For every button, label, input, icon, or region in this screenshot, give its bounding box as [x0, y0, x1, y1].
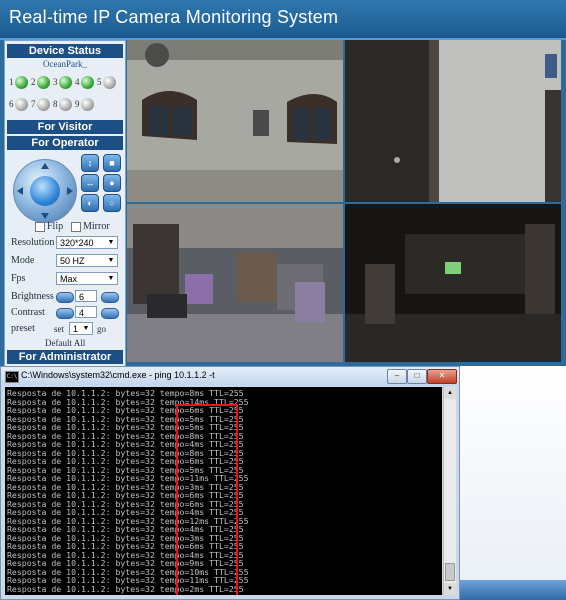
ptz-control-pad[interactable] — [13, 159, 77, 223]
preset-set-link[interactable]: set — [54, 324, 64, 334]
channel-4-status-icon[interactable] — [81, 76, 94, 89]
camera-feed-1[interactable] — [127, 40, 343, 202]
brightness-label: Brightness — [11, 291, 54, 302]
ptz-center-button[interactable] — [30, 176, 60, 206]
contrast-label: Contrast — [11, 307, 45, 318]
console-line: Resposta de 10.1.1.2: bytes=32 tempo=8ms… — [7, 388, 244, 398]
mirror-label: Mirror — [83, 221, 110, 232]
preset-select[interactable]: 1 ▼ — [69, 322, 93, 335]
ptz-left-arrow-icon[interactable] — [17, 187, 23, 195]
preset-go-link[interactable]: go — [97, 324, 106, 334]
app-header: Real-time IP Camera Monitoring System — [0, 0, 566, 40]
camera-feed-4[interactable] — [345, 204, 561, 362]
mode-value: 50 HZ — [60, 256, 85, 266]
preset-value: 1 — [73, 324, 79, 334]
cmd-icon: C:\ — [5, 371, 19, 383]
fps-value: Max — [60, 274, 78, 284]
resolution-value: 320*240 — [60, 238, 94, 248]
vertical-patrol-button[interactable]: ↕ — [81, 154, 99, 172]
desktop-background — [460, 366, 566, 600]
fps-select[interactable]: Max ▼ — [56, 272, 118, 285]
camera-feed-3[interactable] — [127, 204, 343, 362]
contrast-value: 4 — [75, 306, 97, 318]
brightness-decrease-button[interactable] — [56, 292, 74, 303]
cmd-title-bar[interactable]: C:\ C:\Windows\system32\cmd.exe - ping 1… — [1, 367, 459, 385]
channel-2-label: 2 — [31, 77, 36, 87]
chevron-down-icon: ▼ — [107, 239, 115, 246]
camera-feed-1-image — [127, 40, 343, 202]
channel-8-status-icon[interactable] — [59, 98, 72, 111]
channel-7-status-icon[interactable] — [37, 98, 50, 111]
cmd-scrollbar[interactable]: ▲ ▼ — [443, 387, 456, 595]
resolution-label: Resolution — [11, 237, 55, 248]
channel-4-label: 4 — [75, 77, 80, 87]
device-name: OceanPark_ — [43, 59, 87, 69]
channel-8-label: 8 — [53, 99, 58, 109]
channel-9-status-icon[interactable] — [81, 98, 94, 111]
preset-label: preset — [11, 323, 35, 334]
camera-feed-2-image — [345, 40, 561, 202]
flip-label: Flip — [47, 221, 64, 232]
brightness-increase-button[interactable] — [101, 292, 119, 303]
maximize-button[interactable]: □ — [407, 369, 427, 384]
channel-7-label: 7 — [31, 99, 36, 109]
horizontal-patrol-button[interactable]: ↔ — [81, 174, 99, 192]
default-all-link[interactable]: Default All — [45, 338, 85, 348]
chevron-down-icon: ▼ — [82, 325, 90, 332]
camera-feed-3-image — [127, 204, 343, 362]
mode-label: Mode — [11, 255, 35, 266]
channel-9-label: 9 — [75, 99, 80, 109]
chevron-down-icon: ▼ — [107, 275, 115, 282]
channel-3-label: 3 — [53, 77, 58, 87]
cmd-window: C:\ C:\Windows\system32\cmd.exe - ping 1… — [0, 366, 460, 600]
channel-6-status-icon[interactable] — [15, 98, 28, 111]
tempo-highlight-box — [176, 404, 238, 595]
camera-feed-4-image — [345, 204, 561, 362]
fps-label: Fps — [11, 273, 26, 284]
channel-1-label: 1 — [9, 77, 14, 87]
scroll-thumb[interactable] — [445, 563, 455, 581]
channel-2-status-icon[interactable] — [37, 76, 50, 89]
brightness-value: 6 — [75, 290, 97, 302]
channel-5-label: 5 — [97, 77, 102, 87]
stop-patrol-button[interactable]: ■ — [103, 154, 121, 172]
cmd-console-output[interactable]: Resposta de 10.1.1.2: bytes=32 tempo=2ms… — [5, 387, 442, 595]
device-status-heading: Device Status — [7, 44, 123, 58]
io-on-button[interactable]: ◐ — [81, 194, 99, 212]
close-button[interactable]: ✕ — [427, 369, 457, 384]
chevron-down-icon: ▼ — [107, 257, 115, 264]
channel-3-status-icon[interactable] — [59, 76, 72, 89]
for-operator-heading[interactable]: For Operator — [7, 136, 123, 150]
taskbar[interactable] — [460, 580, 566, 600]
channel-5-status-icon[interactable] — [103, 76, 116, 89]
ptz-down-arrow-icon[interactable] — [41, 213, 49, 219]
channel-1-status-icon[interactable] — [15, 76, 28, 89]
for-administrator-heading[interactable]: For Administrator — [7, 350, 123, 364]
mirror-checkbox[interactable] — [71, 222, 81, 232]
cmd-window-title: C:\Windows\system32\cmd.exe - ping 10.1.… — [21, 370, 215, 380]
resolution-select[interactable]: 320*240 ▼ — [56, 236, 118, 249]
scroll-up-arrow-icon[interactable]: ▲ — [444, 387, 456, 399]
channel-6-label: 6 — [9, 99, 14, 109]
camera-feed-2[interactable] — [345, 40, 561, 202]
minimize-button[interactable]: – — [387, 369, 407, 384]
app-title: Real-time IP Camera Monitoring System — [9, 7, 339, 27]
for-visitor-heading[interactable]: For Visitor — [7, 120, 123, 134]
stop-horizontal-button[interactable]: ● — [103, 174, 121, 192]
contrast-increase-button[interactable] — [101, 308, 119, 319]
io-off-button[interactable]: ○ — [103, 194, 121, 212]
ptz-up-arrow-icon[interactable] — [41, 163, 49, 169]
contrast-decrease-button[interactable] — [56, 308, 74, 319]
scroll-down-arrow-icon[interactable]: ▼ — [444, 583, 456, 595]
mode-select[interactable]: 50 HZ ▼ — [56, 254, 118, 267]
flip-checkbox[interactable] — [35, 222, 45, 232]
control-panel: Device Status OceanPark_ 1 2 3 4 5 6 7 8… — [4, 40, 126, 368]
ptz-right-arrow-icon[interactable] — [67, 187, 73, 195]
